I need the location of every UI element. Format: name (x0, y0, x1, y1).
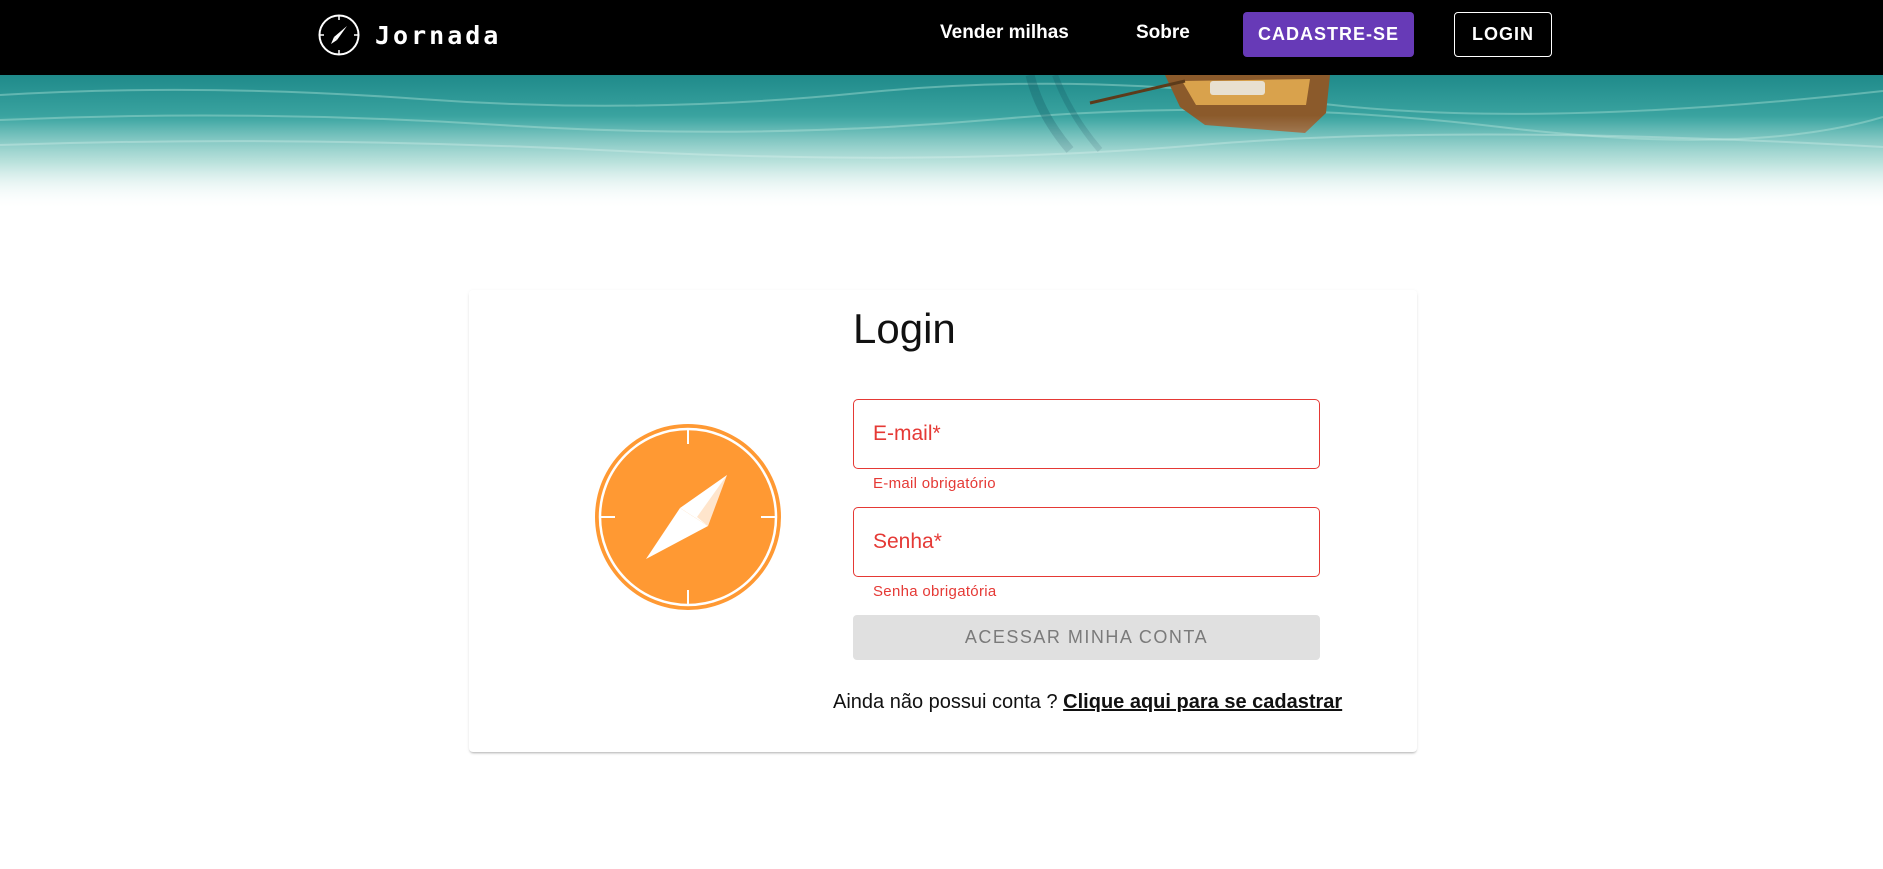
email-field[interactable] (853, 399, 1320, 469)
nav-link-about[interactable]: Sobre (1136, 22, 1190, 44)
email-input[interactable] (854, 400, 1319, 468)
hero-banner (0, 75, 1883, 210)
email-error-message: E-mail obrigatório (873, 475, 996, 492)
login-button[interactable]: LOGIN (1454, 12, 1552, 57)
signup-button[interactable]: CADASTRE-SE (1243, 12, 1414, 57)
submit-login-button[interactable]: ACESSAR MINHA CONTA (853, 615, 1320, 660)
top-navbar: Jornada Vender milhas Sobre CADASTRE-SE … (0, 0, 1883, 75)
signup-prompt-text: Ainda não possui conta ? (833, 691, 1058, 713)
compass-icon (318, 14, 360, 56)
page-title: Login (853, 305, 956, 352)
password-error-message: Senha obrigatória (873, 583, 997, 600)
brand-name: Jornada (375, 20, 502, 50)
signup-link[interactable]: Clique aqui para se cadastrar (1063, 691, 1342, 713)
password-field[interactable] (853, 507, 1320, 577)
password-input[interactable] (854, 508, 1319, 576)
signup-prompt-row: Ainda não possui conta ? Clique aqui par… (833, 691, 1342, 714)
hero-fade (0, 75, 1883, 210)
brand-logo[interactable]: Jornada (317, 13, 501, 57)
nav-link-sell-miles[interactable]: Vender milhas (940, 22, 1069, 44)
compass-logo-icon (595, 424, 781, 610)
